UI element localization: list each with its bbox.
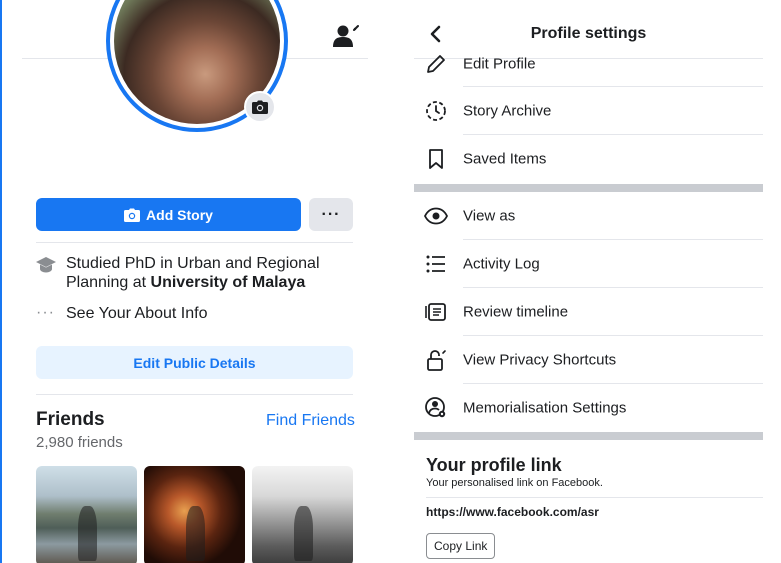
copy-link-label: Copy Link (434, 539, 488, 553)
divider (426, 497, 763, 498)
change-photo-camera-icon[interactable] (244, 91, 276, 123)
section-divider (414, 432, 763, 440)
bookmark-icon (429, 149, 443, 169)
settings-item-edit-profile[interactable]: Edit Profile (414, 41, 763, 87)
settings-item-memorialisation-settings[interactable]: Memorialisation Settings (414, 384, 763, 432)
settings-item-review-timeline[interactable]: Review timeline (414, 288, 763, 336)
profile-link-heading: Your profile link (426, 455, 562, 475)
profile-settings-panel: Profile settings Edit Profile Story Arch… (414, 0, 781, 563)
settings-item-label: Memorialisation Settings (463, 399, 627, 417)
settings-item-label: View Privacy Shortcuts (463, 351, 617, 369)
pencil-icon (427, 55, 445, 73)
profile-panel: Add Story ··· Studied PhD in Urban and R… (2, 0, 390, 563)
settings-item-view-as[interactable]: View as (414, 192, 763, 240)
review-timeline-icon (425, 303, 446, 321)
settings-item-label: Saved Items (463, 150, 547, 168)
friends-count: 2,980 friends (36, 434, 123, 451)
education-info: Studied PhD in Urban and Regional Planni… (66, 254, 356, 292)
edit-public-details-label: Edit Public Details (133, 354, 256, 371)
settings-item-saved-items[interactable]: Saved Items (414, 135, 763, 183)
education-school[interactable]: University of Malaya (151, 274, 306, 291)
settings-item-story-archive[interactable]: Story Archive (414, 87, 763, 135)
settings-item-label: View as (463, 207, 516, 225)
settings-item-label: Activity Log (463, 255, 540, 273)
profile-link-subtitle: Your personalised link on Facebook. (426, 477, 603, 489)
section-divider (414, 184, 763, 192)
divider (36, 242, 353, 243)
more-options-button[interactable]: ··· (309, 198, 353, 231)
profile-url[interactable]: https://www.facebook.com/asr (426, 505, 599, 519)
see-about-info-link[interactable]: See Your About Info (66, 305, 207, 323)
camera-icon (124, 208, 141, 222)
settings-item-label: Edit Profile (463, 55, 536, 73)
settings-item-view-privacy-shortcuts[interactable]: View Privacy Shortcuts (414, 336, 763, 384)
divider (36, 394, 353, 395)
memorialisation-icon (425, 397, 446, 418)
edit-public-details-button[interactable]: Edit Public Details (36, 346, 353, 379)
settings-item-activity-log[interactable]: Activity Log (414, 240, 763, 288)
add-story-label: Add Story (146, 206, 213, 223)
add-story-button[interactable]: Add Story (36, 198, 301, 231)
eye-icon (424, 207, 448, 225)
add-friend-icon[interactable] (333, 24, 359, 48)
friend-photo[interactable] (36, 466, 137, 563)
list-icon (426, 255, 445, 273)
friends-heading: Friends (36, 409, 105, 430)
graduation-cap-icon (36, 256, 56, 274)
ellipsis-icon: ··· (36, 304, 55, 321)
settings-item-label: Story Archive (463, 102, 552, 120)
settings-item-label: Review timeline (463, 303, 569, 321)
panel-gap (390, 0, 414, 563)
find-friends-link[interactable]: Find Friends (266, 412, 355, 430)
copy-link-button[interactable]: Copy Link (426, 533, 496, 559)
story-archive-icon (426, 101, 446, 121)
more-icon: ··· (321, 205, 341, 223)
friend-photo[interactable] (252, 466, 353, 563)
friend-photo[interactable] (144, 466, 245, 563)
lock-icon (427, 350, 446, 371)
